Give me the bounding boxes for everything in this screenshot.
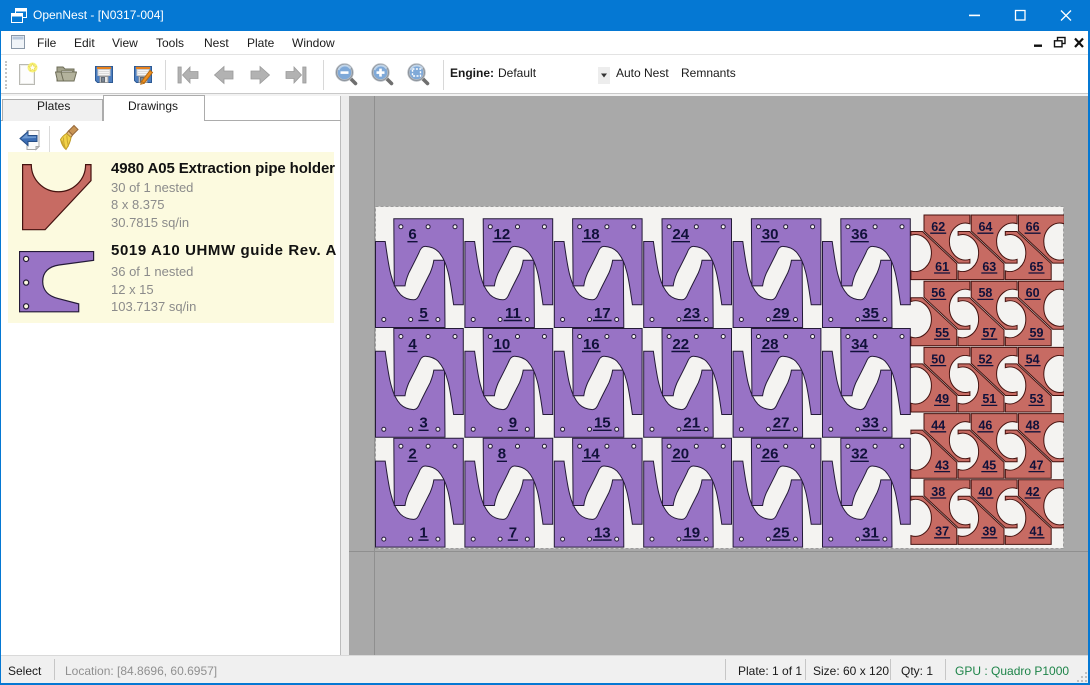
- svg-text:52: 52: [978, 352, 992, 366]
- svg-text:6: 6: [408, 226, 416, 243]
- svg-text:38: 38: [931, 484, 945, 498]
- svg-text:25: 25: [773, 524, 790, 541]
- svg-text:20: 20: [672, 445, 689, 462]
- svg-text:57: 57: [982, 326, 996, 340]
- svg-text:23: 23: [683, 304, 700, 321]
- svg-text:58: 58: [978, 286, 992, 300]
- svg-text:60: 60: [1026, 286, 1040, 300]
- svg-text:27: 27: [773, 414, 790, 431]
- svg-text:41: 41: [1030, 524, 1044, 538]
- svg-text:31: 31: [862, 524, 879, 541]
- svg-text:15: 15: [594, 414, 611, 431]
- svg-text:13: 13: [594, 524, 611, 541]
- svg-text:22: 22: [672, 335, 689, 352]
- svg-text:11: 11: [505, 304, 521, 321]
- svg-text:47: 47: [1030, 458, 1044, 472]
- svg-text:16: 16: [583, 335, 600, 352]
- svg-text:32: 32: [851, 445, 868, 462]
- svg-text:56: 56: [931, 286, 945, 300]
- svg-text:42: 42: [1026, 484, 1040, 498]
- svg-text:49: 49: [935, 392, 949, 406]
- svg-text:66: 66: [1026, 220, 1040, 234]
- svg-text:19: 19: [683, 524, 700, 541]
- svg-text:64: 64: [978, 220, 992, 234]
- svg-text:2: 2: [408, 445, 416, 462]
- svg-text:12: 12: [494, 226, 511, 243]
- svg-text:9: 9: [509, 414, 517, 431]
- svg-text:28: 28: [762, 335, 779, 352]
- svg-text:39: 39: [982, 524, 996, 538]
- svg-text:4: 4: [408, 335, 417, 352]
- svg-text:51: 51: [982, 392, 996, 406]
- svg-text:46: 46: [978, 418, 992, 432]
- svg-text:18: 18: [583, 226, 600, 243]
- svg-text:65: 65: [1030, 259, 1044, 273]
- svg-text:48: 48: [1026, 418, 1040, 432]
- svg-text:10: 10: [494, 335, 511, 352]
- svg-text:3: 3: [419, 414, 427, 431]
- svg-text:34: 34: [851, 335, 868, 352]
- svg-text:54: 54: [1026, 352, 1040, 366]
- svg-text:33: 33: [862, 414, 879, 431]
- svg-text:26: 26: [762, 445, 779, 462]
- svg-text:61: 61: [935, 259, 949, 273]
- svg-text:37: 37: [935, 524, 949, 538]
- svg-text:53: 53: [1030, 392, 1044, 406]
- svg-text:1: 1: [419, 524, 427, 541]
- svg-text:7: 7: [509, 524, 517, 541]
- svg-text:17: 17: [594, 304, 611, 321]
- svg-text:63: 63: [982, 259, 996, 273]
- svg-text:45: 45: [982, 458, 996, 472]
- svg-text:5: 5: [419, 304, 427, 321]
- svg-text:62: 62: [931, 220, 945, 234]
- svg-text:29: 29: [773, 304, 790, 321]
- svg-text:43: 43: [935, 458, 949, 472]
- svg-text:40: 40: [978, 484, 992, 498]
- svg-text:14: 14: [583, 445, 600, 462]
- svg-text:24: 24: [672, 226, 689, 243]
- svg-text:44: 44: [931, 418, 945, 432]
- svg-text:8: 8: [498, 445, 506, 462]
- svg-text:35: 35: [862, 304, 879, 321]
- svg-text:21: 21: [683, 414, 700, 431]
- svg-text:30: 30: [762, 226, 779, 243]
- svg-text:36: 36: [851, 226, 868, 243]
- svg-text:59: 59: [1030, 326, 1044, 340]
- svg-text:55: 55: [935, 326, 949, 340]
- svg-text:50: 50: [931, 352, 945, 366]
